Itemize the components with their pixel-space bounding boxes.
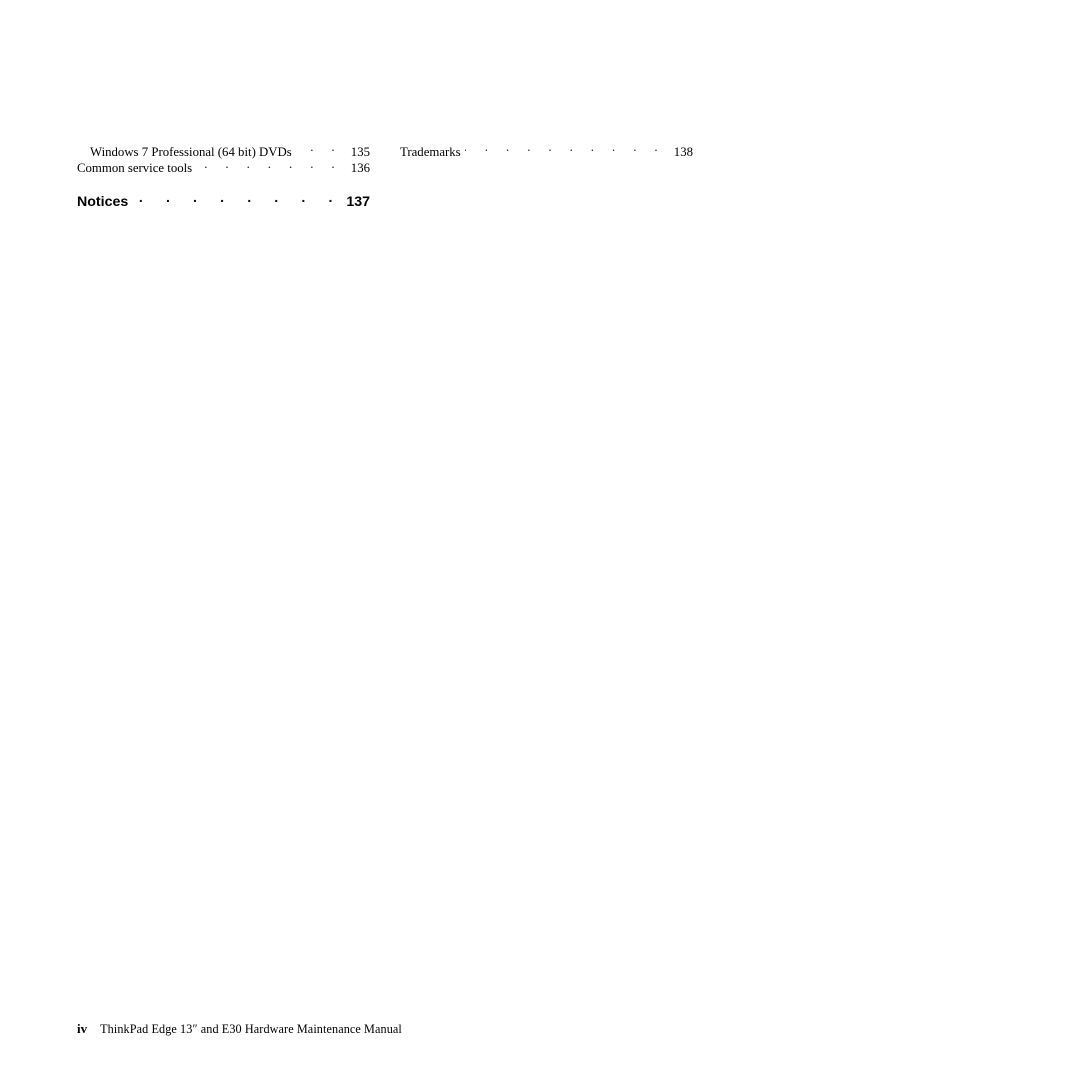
- toc-entry[interactable]: Windows 7 Professional (64 bit) DVDs . .…: [77, 143, 370, 159]
- table-of-contents: Windows 7 Professional (64 bit) DVDs . .…: [77, 143, 693, 213]
- footer-document-title: ThinkPad Edge 13″ and E30 Hardware Maint…: [100, 1022, 402, 1036]
- toc-entry-page: 137: [346, 193, 370, 210]
- toc-leader-dots: . . . . . . . . . . . . . .: [465, 143, 665, 155]
- document-page: Windows 7 Professional (64 bit) DVDs . .…: [0, 0, 1080, 1080]
- toc-entry[interactable]: Common service tools . . . . . . . . . .…: [77, 159, 370, 175]
- toc-entry-notices[interactable]: Notices . . . . . . . . . . . . . . 137: [77, 192, 370, 210]
- toc-entry-page: 136: [350, 161, 370, 176]
- toc-entry[interactable]: Trademarks . . . . . . . . . . . . . . 1…: [400, 143, 693, 159]
- toc-entry-page: 138: [673, 144, 693, 159]
- footer-page-number: iv: [77, 1021, 88, 1036]
- page-footer: iv ThinkPad Edge 13″ and E30 Hardware Ma…: [77, 1021, 402, 1037]
- toc-entry-title: Common service tools: [77, 161, 193, 176]
- toc-leader-dots: . . . . . . . . . . . . . .: [132, 191, 342, 206]
- toc-entry-title: Trademarks: [400, 144, 461, 159]
- toc-leader-dots: . . . . .: [296, 143, 342, 155]
- toc-entry-title: Notices: [77, 193, 129, 210]
- toc-entry-title: Windows 7 Professional (64 bit) DVDs: [90, 144, 292, 159]
- toc-entry-page: 135: [350, 144, 370, 159]
- toc-left-column: Windows 7 Professional (64 bit) DVDs . .…: [77, 143, 370, 210]
- toc-leader-dots: . . . . . . . . . . .: [196, 159, 342, 171]
- toc-right-column: Trademarks . . . . . . . . . . . . . . 1…: [400, 143, 693, 159]
